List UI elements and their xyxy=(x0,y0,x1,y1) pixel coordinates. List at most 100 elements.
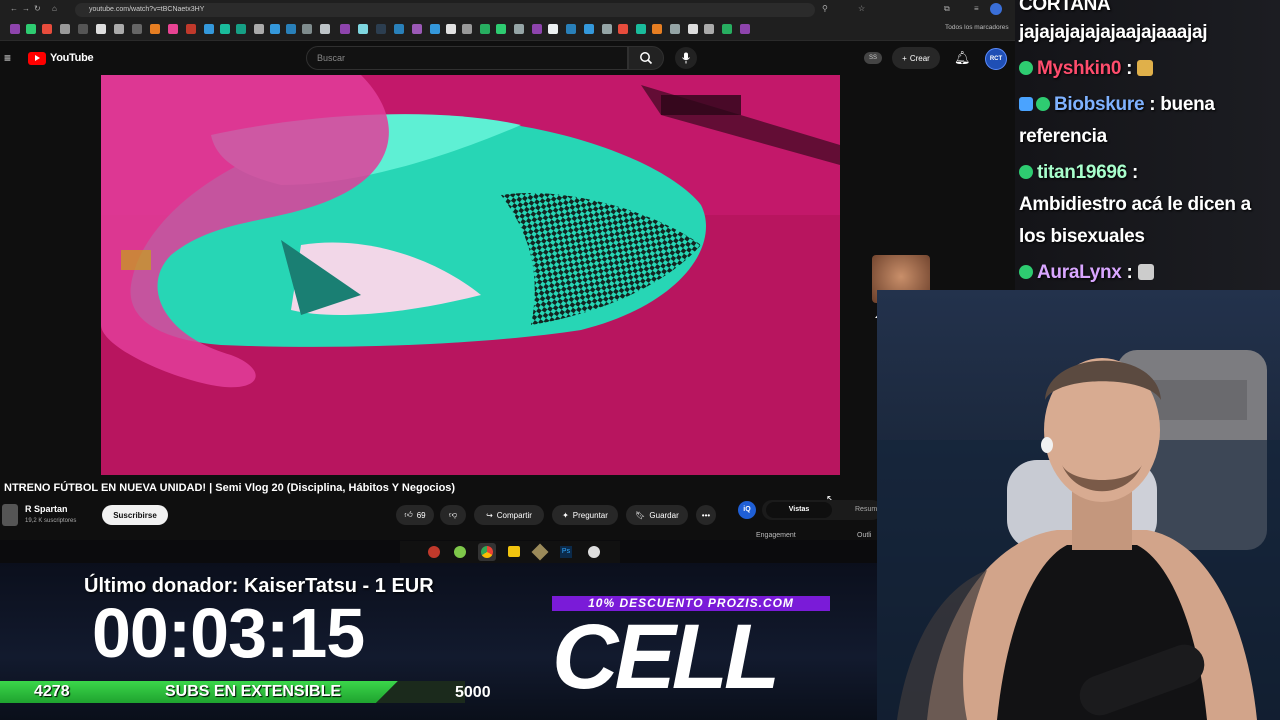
emote-icon xyxy=(1137,60,1154,76)
chat-message: AuraLynx : xyxy=(1019,262,1154,284)
taskbar-app-icon[interactable] xyxy=(588,546,600,558)
bookmark-icon[interactable] xyxy=(412,24,422,34)
bookmark-icon[interactable] xyxy=(722,24,732,34)
bookmark-icon[interactable] xyxy=(446,24,456,34)
bookmark-icon[interactable] xyxy=(132,24,142,34)
bookmark-icon[interactable] xyxy=(514,24,524,34)
like-button[interactable]: 👍︎ 69 xyxy=(396,505,434,525)
youtube-play-icon xyxy=(28,51,46,65)
create-label: Crear xyxy=(909,53,930,63)
subscribe-button[interactable]: Suscribirse xyxy=(102,505,168,525)
bookmark-icon[interactable] xyxy=(548,24,558,34)
forward-icon[interactable]: → xyxy=(22,4,30,13)
profile-avatar[interactable] xyxy=(990,3,1002,15)
save-button[interactable]: 🔖︎ Guardar xyxy=(626,505,688,525)
bookmark-icon[interactable] xyxy=(532,24,542,34)
subs-label: SUBS EN EXTENSIBLE xyxy=(165,683,342,700)
menu-icon[interactable]: ≡ xyxy=(974,4,979,13)
bookmark-icon[interactable] xyxy=(320,24,330,34)
chat-username: Myshkin0 xyxy=(1037,58,1122,79)
bookmark-icon[interactable] xyxy=(42,24,52,34)
zoom-icon[interactable]: ⚲ xyxy=(822,4,828,13)
tab-resum[interactable]: Resum xyxy=(855,506,877,513)
subs-goal-bar: 4278 SUBS EN EXTENSIBLE xyxy=(0,681,465,703)
bookmark-icon[interactable] xyxy=(168,24,178,34)
youtube-logo[interactable]: YouTube xyxy=(28,51,94,65)
video-player[interactable] xyxy=(101,75,840,475)
channel-avatar[interactable] xyxy=(2,504,18,526)
chat-text: : xyxy=(1131,162,1138,183)
back-icon[interactable]: ← xyxy=(10,4,18,13)
bookmark-icon[interactable] xyxy=(652,24,662,34)
photoshop-icon[interactable]: Ps xyxy=(560,546,572,558)
search-input[interactable]: Buscar xyxy=(306,46,628,70)
bookmark-icon[interactable] xyxy=(114,24,124,34)
bookmark-icon[interactable] xyxy=(430,24,440,34)
mini-badge[interactable]: SS xyxy=(864,52,882,64)
bookmark-icon[interactable] xyxy=(150,24,160,34)
home-icon[interactable]: ⌂ xyxy=(52,4,57,13)
chat-message: los bisexuales xyxy=(1019,226,1145,248)
share-label: Compartir xyxy=(496,510,532,520)
more-actions-button[interactable]: ••• xyxy=(696,505,716,525)
share-button[interactable]: ↪ Compartir xyxy=(474,505,544,525)
bookmark-icon[interactable] xyxy=(496,24,506,34)
create-button[interactable]: + Crear xyxy=(892,47,940,69)
bookmark-icon[interactable] xyxy=(462,24,472,34)
bookmark-icon[interactable] xyxy=(78,24,88,34)
bookmark-icon[interactable] xyxy=(340,24,350,34)
chat-message: jajajajajajajaajajaaajaj xyxy=(1019,22,1208,44)
bookmark-icon[interactable] xyxy=(286,24,296,34)
bookmark-icon[interactable] xyxy=(636,24,646,34)
countdown-timer: 00:03:15 xyxy=(92,594,365,672)
chat-username: Biobskure xyxy=(1054,94,1145,115)
search-button[interactable] xyxy=(628,46,664,70)
bookmark-icon[interactable] xyxy=(602,24,612,34)
bookmark-icon[interactable] xyxy=(376,24,386,34)
bookmark-icon[interactable] xyxy=(688,24,698,34)
tab-vistas[interactable]: Vistas xyxy=(766,502,832,518)
voice-search-button[interactable] xyxy=(675,47,697,69)
ask-label: Preguntar xyxy=(572,510,608,520)
bookmark-icon[interactable] xyxy=(670,24,680,34)
bookmark-icon[interactable] xyxy=(740,24,750,34)
bookmark-icon[interactable] xyxy=(270,24,280,34)
account-avatar[interactable]: RCT xyxy=(985,48,1007,70)
bookmark-icon[interactable] xyxy=(566,24,576,34)
bookmark-icon[interactable] xyxy=(394,24,404,34)
folder-icon[interactable] xyxy=(508,546,520,557)
thumbs-up-icon: 👍︎ xyxy=(404,510,413,519)
bookmark-icon[interactable] xyxy=(236,24,246,34)
notifications-bell-icon[interactable]: 🔔︎ xyxy=(954,50,971,66)
bookmark-icon[interactable] xyxy=(60,24,70,34)
bookmark-icon[interactable] xyxy=(480,24,490,34)
bookmarks-folder[interactable]: Todos los marcadores xyxy=(945,24,1009,31)
bookmark-icon[interactable] xyxy=(96,24,106,34)
bookmark-icon[interactable] xyxy=(302,24,312,34)
dislike-button[interactable]: 👎︎ xyxy=(440,505,466,525)
taskbar-app-icon[interactable] xyxy=(428,546,440,558)
channel-name[interactable]: R Spartan xyxy=(25,504,68,514)
taskbar-app-icon[interactable] xyxy=(454,546,466,558)
bookmark-icon[interactable] xyxy=(704,24,714,34)
extension-icon[interactable]: iQ xyxy=(738,501,756,519)
bookmark-icon[interactable] xyxy=(618,24,628,34)
bookmark-star-icon[interactable]: ☆ xyxy=(858,4,865,13)
ask-button[interactable]: ✦ Preguntar xyxy=(552,505,618,525)
extensions-icon[interactable]: ⧉ xyxy=(944,4,950,14)
bookmark-icon[interactable] xyxy=(584,24,594,34)
bookmark-icon[interactable] xyxy=(26,24,36,34)
hamburger-menu-icon[interactable]: ≡ xyxy=(4,51,11,65)
taskbar-app-icon[interactable] xyxy=(531,543,549,561)
bookmark-icon[interactable] xyxy=(186,24,196,34)
plus-icon: + xyxy=(902,53,907,63)
bookmark-icon[interactable] xyxy=(10,24,20,34)
bookmark-icon[interactable] xyxy=(220,24,230,34)
save-label: Guardar xyxy=(649,510,679,520)
address-bar[interactable]: youtube.com/watch?v=tBCNaetx3HY xyxy=(75,3,815,17)
reload-icon[interactable]: ↻ xyxy=(34,4,41,13)
chat-message: Biobskure : buena xyxy=(1019,94,1215,116)
bookmark-icon[interactable] xyxy=(204,24,214,34)
bookmark-icon[interactable] xyxy=(358,24,368,34)
bookmark-icon[interactable] xyxy=(254,24,264,34)
